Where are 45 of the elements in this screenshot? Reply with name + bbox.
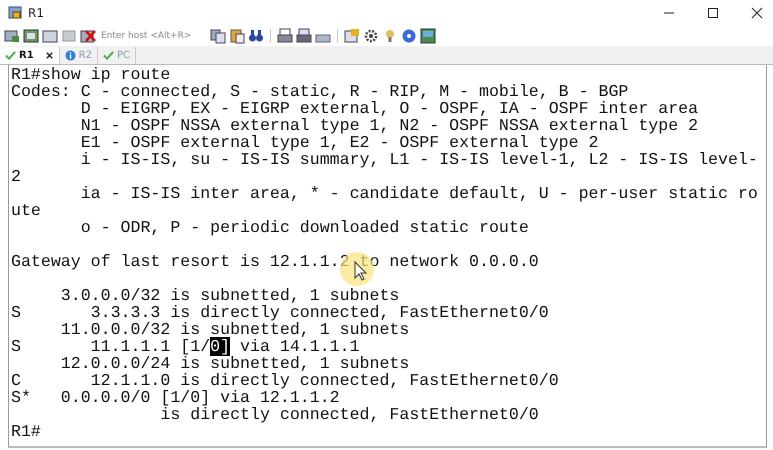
- paste-icon[interactable]: [229, 28, 245, 44]
- terminal-panel[interactable]: [8, 65, 767, 448]
- terminal-line: is directly connected, FastEthernet0/0: [159, 405, 539, 424]
- window-title: R1: [28, 6, 44, 20]
- terminal-line: Codes: C - connected, S - static, R - RIP, M - mobile, B - BGP: [11, 82, 628, 101]
- info-icon: [64, 50, 76, 60]
- terminal-line: 12.0.0.0/24 is subnetted, 1 subnets: [60, 354, 410, 373]
- terminal-line: S 3.3.3.3 is directly connected, FastEthernet0/0: [11, 303, 549, 322]
- close-icon[interactable]: [80, 28, 96, 44]
- terminal-line: S* 0.0.0.0/0 [1/0] via 12.1.1.2: [11, 388, 340, 407]
- terminal-line: S 11.1.1.1 [1/0] via 14.1.1.1: [11, 337, 360, 356]
- terminal-line: 2: [11, 167, 21, 186]
- connect-icon[interactable]: [4, 28, 20, 44]
- terminal-line: N1 - OSPF NSSA external type 1, N2 - OSPF NSSA external type 2: [80, 116, 698, 135]
- check-icon: [102, 50, 114, 60]
- terminal-line: R1#show ip route: [11, 65, 170, 84]
- session-tab[interactable]: PC: [98, 46, 136, 64]
- close-icon[interactable]: [44, 50, 54, 60]
- window-icon[interactable]: [23, 28, 39, 44]
- terminal-line: i - IS-IS, su - IS-IS summary, L1 - IS-IS level-1, L2 - IS-IS level-: [80, 150, 758, 169]
- terminal-line: 11.0.0.0/32 is subnetted, 1 subnets: [60, 320, 410, 339]
- gear-icon[interactable]: [363, 28, 379, 44]
- tab-label: R2: [78, 50, 92, 60]
- tab-label: PC: [116, 50, 130, 60]
- close-icon[interactable]: [751, 7, 763, 19]
- terminal-line: D - EIGRP, EX - EIGRP external, O - OSPF, IA - OSPF inter area: [80, 99, 698, 118]
- picture-icon[interactable]: [420, 28, 436, 44]
- copy-icon[interactable]: [210, 28, 226, 44]
- terminal-line: R1#: [11, 422, 41, 441]
- maximize-icon[interactable]: [707, 7, 719, 19]
- terminal-line: Gateway of last resort is 12.1.1.2 to network 0.0.0.0: [11, 252, 539, 271]
- tab-label: R1: [19, 50, 34, 60]
- terminal-line: 3.0.0.0/32 is subnetted, 1 subnets: [60, 286, 400, 305]
- terminal-line: E1 - OSPF external type 1, E2 - OSPF external type 2: [80, 133, 599, 152]
- properties-icon[interactable]: [344, 28, 360, 44]
- session-tab[interactable]: R1: [0, 46, 60, 64]
- check-icon: [5, 50, 16, 60]
- terminal-line: C 12.1.1.0 is directly connected, FastEthernet0/0: [11, 371, 559, 390]
- help-icon[interactable]: [401, 28, 417, 44]
- terminal-line: o - ODR, P - periodic downloaded static route: [80, 218, 529, 237]
- binoculars-icon[interactable]: [248, 28, 264, 44]
- session-tab[interactable]: R2: [60, 46, 98, 64]
- terminal-window-icon: [8, 6, 22, 20]
- terminal-line: ia - IS-IS inter area, * - candidate default, U - per-user static ro: [80, 184, 758, 203]
- terminal-line: ute: [11, 201, 41, 220]
